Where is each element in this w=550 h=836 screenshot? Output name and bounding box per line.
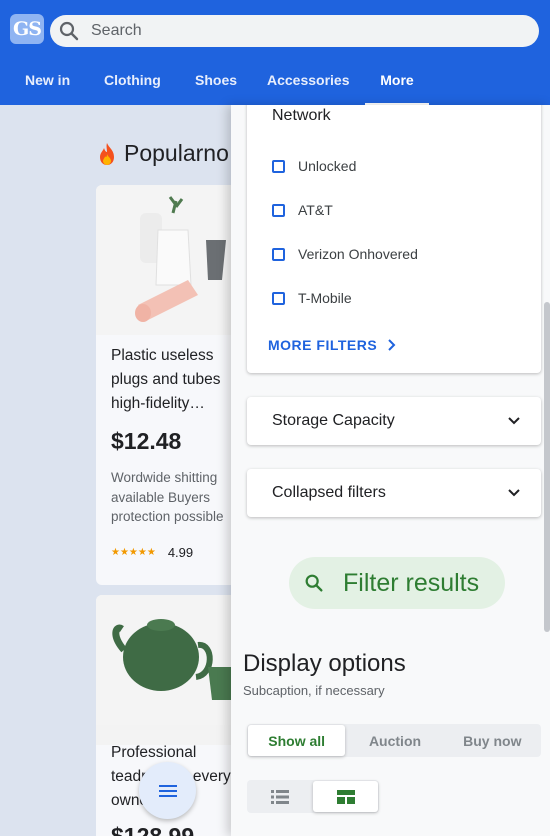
menu-icon [158,784,177,797]
filter-panel-title: Collapsed filters [272,484,386,501]
product-price: $128.99 [111,823,195,836]
nav-item-more[interactable]: More [365,62,429,105]
listing-type-toggle: Show all Auction Buy now [247,724,541,757]
filter-panel-network: Network Unlocked AT&T Verizon Onhovered … [247,105,541,373]
search-input[interactable] [91,22,491,40]
filter-option-label: Unlocked [298,158,357,174]
filter-panel-storage[interactable]: Storage Capacity [247,397,541,445]
logo[interactable]: GS [10,14,44,44]
rating-value: 4.99 [167,545,194,560]
section-title: Popularno [96,140,229,167]
product-title[interactable]: Plastic useless plugs and tubes high-fid… [111,344,241,416]
filters-drawer: Network Unlocked AT&T Verizon Onhovered … [231,105,550,836]
search-bar[interactable] [50,15,539,47]
segment-auction[interactable]: Auction [346,724,443,757]
app-header: GS New in Clothing Shoes Accessories Mor… [0,0,550,105]
product-rating: ★★★★★ 4.99 [111,545,193,560]
more-filters-link[interactable]: MORE FILTERS [268,337,397,353]
nav-item-new-in[interactable]: New in [25,62,70,105]
filter-panel-title: Storage Capacity [272,412,395,429]
checkbox[interactable] [272,203,285,217]
list-view-icon [270,789,289,804]
product-image[interactable] [96,595,246,745]
list-view-button[interactable] [247,780,312,813]
filter-results-button[interactable]: Filter results [289,557,505,609]
filter-option[interactable]: Unlocked [272,158,356,174]
filter-option[interactable]: AT&T [272,202,333,218]
section-title-text: Popularno [124,140,229,166]
product-image-teapot [96,595,246,725]
view-mode-toggle [247,780,379,813]
product-card[interactable]: Plastic useless plugs and tubes high-fid… [96,185,246,585]
filter-panel-title[interactable]: Network [272,107,331,125]
filter-option-label: T-Mobile [298,290,352,306]
grid-view-button[interactable] [313,781,378,812]
chevron-down-icon [508,489,520,497]
menu-fab[interactable] [139,762,196,819]
display-options-title: Display options [243,650,406,677]
product-description: Wordwide shitting available Buyers prote… [111,470,224,524]
nav-item-clothing[interactable]: Clothing [104,62,161,105]
checkbox[interactable] [272,247,285,261]
chevron-right-icon [388,339,396,351]
checkbox[interactable] [272,159,285,173]
search-icon [59,21,79,41]
filter-option-label: AT&T [298,202,333,218]
rating-stars: ★★★★★ [111,547,156,558]
grid-view-icon [336,789,355,804]
product-image-vases [96,185,246,335]
product-image[interactable] [96,185,246,335]
segment-show-all[interactable]: Show all [248,725,346,756]
filter-option[interactable]: T-Mobile [272,290,352,306]
fire-icon [100,142,114,165]
filter-panel-collapsed[interactable]: Collapsed filters [247,469,541,517]
nav-item-accessories[interactable]: Accessories [267,62,350,105]
segment-buy-now[interactable]: Buy now [444,724,541,757]
filter-option[interactable]: Verizon Onhovered [272,246,418,262]
search-icon [305,574,323,592]
filter-option-label: Verizon Onhovered [298,246,418,262]
chevron-down-icon [508,417,520,425]
product-price: $12.48 [111,428,182,454]
more-filters-label: MORE FILTERS [268,337,378,353]
filter-results-label: Filter results [343,568,480,597]
checkbox[interactable] [272,291,285,305]
drawer-scrollbar[interactable] [544,302,550,632]
display-options-subcaption: Subcaption, if necessary [243,683,385,698]
nav-item-shoes[interactable]: Shoes [195,62,237,105]
